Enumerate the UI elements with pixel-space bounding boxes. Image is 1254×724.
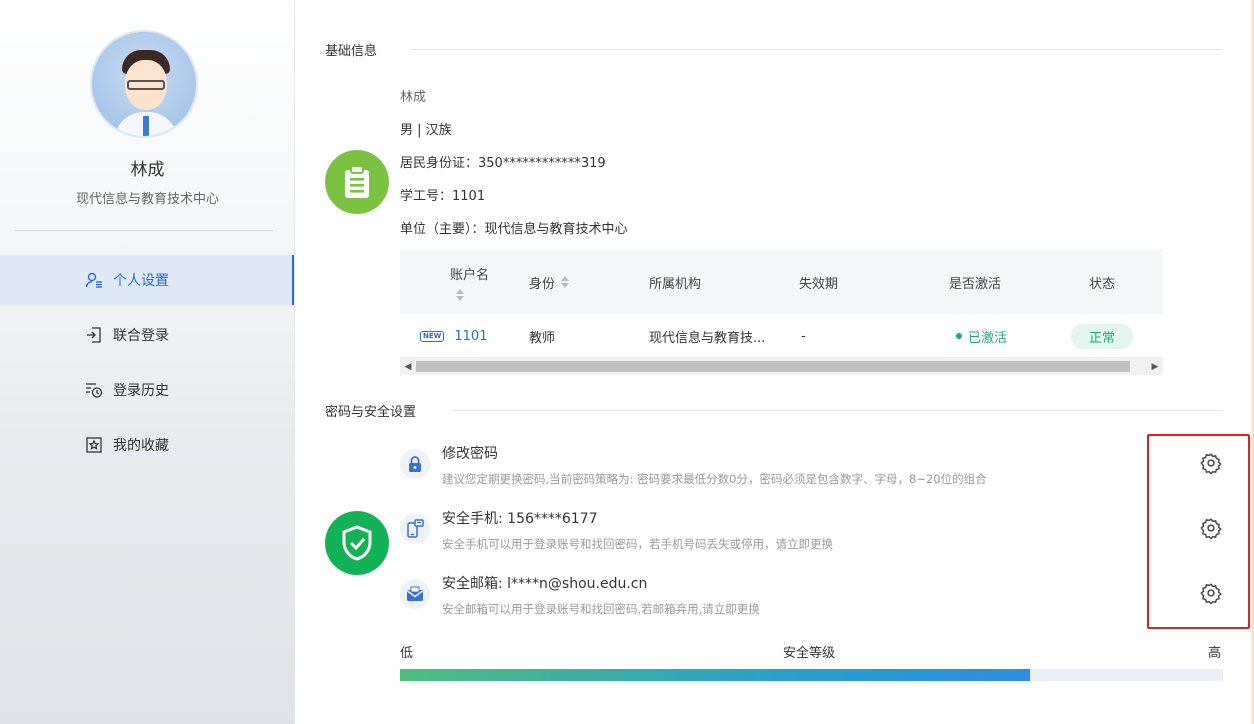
scroll-right-icon[interactable]: ▶ [1147,358,1163,375]
clipboard-icon [325,150,389,214]
login-icon [85,326,103,344]
window-edge [1250,0,1254,724]
security-level-label: 安全等级 [783,646,836,661]
identity-cell: 教师 [529,330,556,346]
column-header-label: 状态 [1089,276,1116,292]
account-link[interactable]: 1101 [454,329,487,344]
shield-icon [325,511,389,575]
status-badge: 正常 [1071,323,1134,349]
security-level-low-label: 低 [400,646,414,661]
table-header: 账户名 身份 所属机构 失效期 是否激活 状态 [400,250,1163,314]
profile-name: 林成 [400,90,427,105]
sidebar-item-personal-settings[interactable]: 个人设置 [0,255,294,305]
star-icon [85,436,103,454]
security-level-bar [400,669,1223,681]
staff-number: 学工号：1101 [400,189,486,204]
scrollbar-thumb[interactable] [416,361,1130,372]
change-password-desc: 建议您定期更换密码,当前密码策略为: 密码要求最低分数0分，密码必须是包含数字、… [442,472,987,486]
column-header-expiry: 失效期 [799,250,838,314]
section-divider [453,410,1223,411]
change-password-title: 修改密码 [442,446,498,462]
status-cell: 正常 [1071,314,1134,358]
scroll-left-icon[interactable]: ◀ [400,358,416,375]
column-header-org: 所属机构 [649,250,701,314]
sidebar-item-label: 登录历史 [113,383,169,399]
security-email-title: 安全邮箱: l****n@shou.edu.cn [442,576,648,592]
user-settings-icon [85,271,103,289]
sidebar: 林成 现代信息与教育技术中心 个人设置 联合登录 登录历史 我的收藏 [0,0,295,724]
primary-unit: 单位（主要）：现代信息与教育技术中心 [400,222,628,237]
user-name: 林成 [130,160,165,180]
activated-text: 已激活 [968,330,1008,346]
org-cell: 现代信息与教育技... [649,330,766,346]
sidebar-item-label: 个人设置 [113,273,169,289]
security-phone-desc: 安全手机可以用于登录账号和找回密码，若手机号码丢失或停用，请立即更换 [442,537,833,551]
highlight-annotation-box [1147,434,1250,629]
mail-icon [400,579,430,609]
horizontal-scrollbar[interactable]: ◀ ▶ [400,358,1163,375]
sidebar-item-label: 联合登录 [113,328,169,344]
security-level-fill [400,669,1030,681]
lock-icon [400,449,430,479]
column-header-identity[interactable]: 身份 [529,250,570,314]
security-level-high-label: 高 [1208,646,1222,661]
activated-cell: 已激活 [956,314,1007,358]
column-header-label: 账户名 [450,267,490,283]
sidebar-item-login-history[interactable]: 登录历史 [0,365,294,415]
sort-icon[interactable] [561,276,570,288]
column-header-label: 失效期 [799,276,839,292]
avatar-tie [143,116,149,136]
accounts-table: 账户名 身份 所属机构 失效期 是否激活 状态 NEW 1101 教师 现代信息… [400,250,1163,375]
column-header-activated: 是否激活 [949,250,1001,314]
column-header-label: 所属机构 [649,276,702,292]
account-cell[interactable]: NEW 1101 [420,314,487,358]
security-settings-title: 密码与安全设置 [325,405,417,420]
sort-icon[interactable] [456,288,464,301]
table-row: NEW 1101 教师 现代信息与教育技... - 已激活 正常 [400,314,1163,358]
security-phone-title: 安全手机: 156****6177 [442,511,598,527]
sidebar-item-label: 我的收藏 [113,438,169,454]
new-badge: NEW [420,330,445,342]
id-card-number: 居民身份证：350************319 [400,156,606,171]
expiry-cell: - [801,328,806,344]
security-email-desc: 安全邮箱可以用于登录账号和找回密码,若邮箱弃用,请立即更换 [442,602,760,616]
active-dot-icon [956,333,962,339]
column-header-status: 状态 [1089,250,1115,314]
sidebar-item-favorites[interactable]: 我的收藏 [0,420,294,470]
basic-info-title: 基础信息 [325,44,378,59]
sidebar-item-joint-login[interactable]: 联合登录 [0,310,294,360]
section-divider [410,49,1223,50]
gender-ethnicity: 男 | 汉族 [400,123,452,138]
column-header-account[interactable]: 账户名 [450,250,489,314]
history-icon [85,381,103,399]
column-header-label: 身份 [529,276,556,292]
phone-icon [400,514,430,544]
avatar-glasses [127,80,165,90]
column-header-label: 是否激活 [949,276,1002,292]
avatar[interactable] [90,30,198,138]
user-department: 现代信息与教育技术中心 [75,192,219,207]
sidebar-divider [15,230,273,231]
